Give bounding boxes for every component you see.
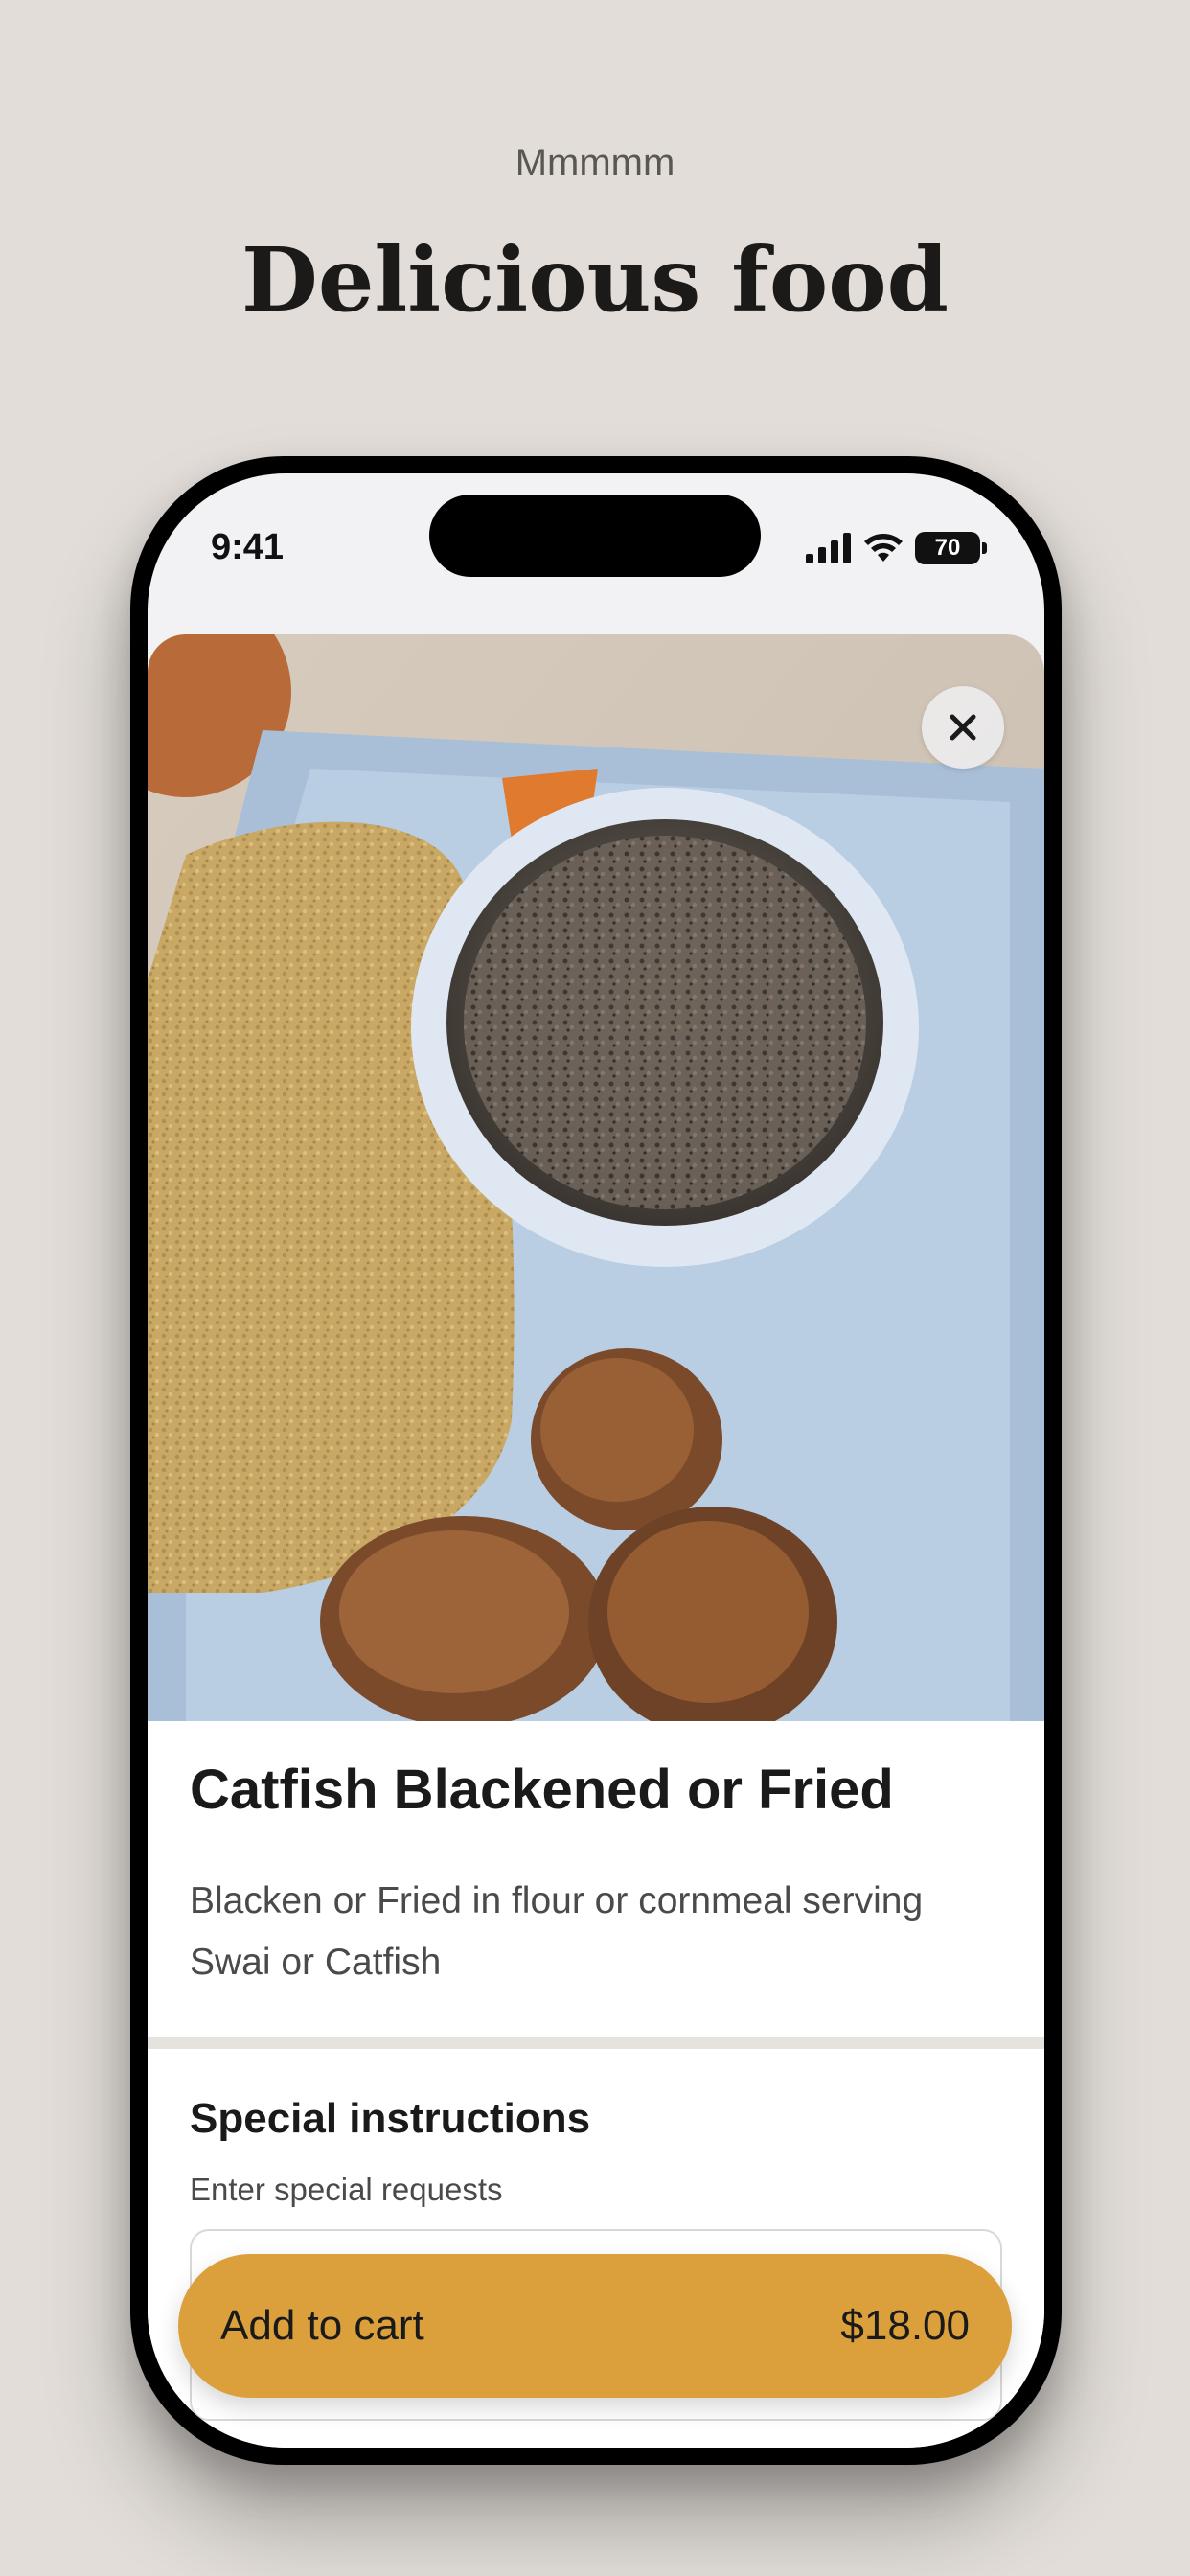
battery-level: 70 [915, 532, 980, 564]
section-divider [148, 2037, 1044, 2049]
battery-icon: 70 [915, 532, 987, 564]
phone-screen: 9:41 70 Catfish Blackened or Fried Black… [148, 473, 1044, 2448]
status-bar: 9:41 70 [148, 473, 1044, 617]
catfish-plate-photo [148, 634, 1044, 1721]
close-button[interactable] [922, 686, 1004, 769]
cart-price: $18.00 [840, 2302, 970, 2349]
item-description: Blacken or Fried in flour or cornmeal se… [190, 1880, 924, 1983]
special-instructions-title: Special instructions [190, 2095, 591, 2142]
page-headline: Delicious food [241, 228, 949, 332]
status-icons: 70 [806, 531, 987, 565]
close-icon [950, 714, 976, 741]
status-time: 9:41 [211, 527, 285, 567]
cellular-signal-icon [806, 533, 851, 564]
special-instructions-subtitle: Enter special requests [190, 2172, 503, 2207]
dynamic-island [429, 494, 761, 577]
wifi-icon [864, 534, 903, 562]
item-title: Catfish Blackened or Fried [190, 1759, 894, 1821]
add-to-cart-button[interactable]: Add to cart $18.00 [178, 2254, 1012, 2398]
item-detail-sheet: Catfish Blackened or Fried Blacken or Fr… [148, 634, 1044, 2448]
add-to-cart-label: Add to cart [220, 2302, 424, 2349]
phone-frame: 9:41 70 Catfish Blackened or Fried Black… [130, 456, 1062, 2465]
page-eyebrow: Mmmmm [515, 142, 675, 184]
